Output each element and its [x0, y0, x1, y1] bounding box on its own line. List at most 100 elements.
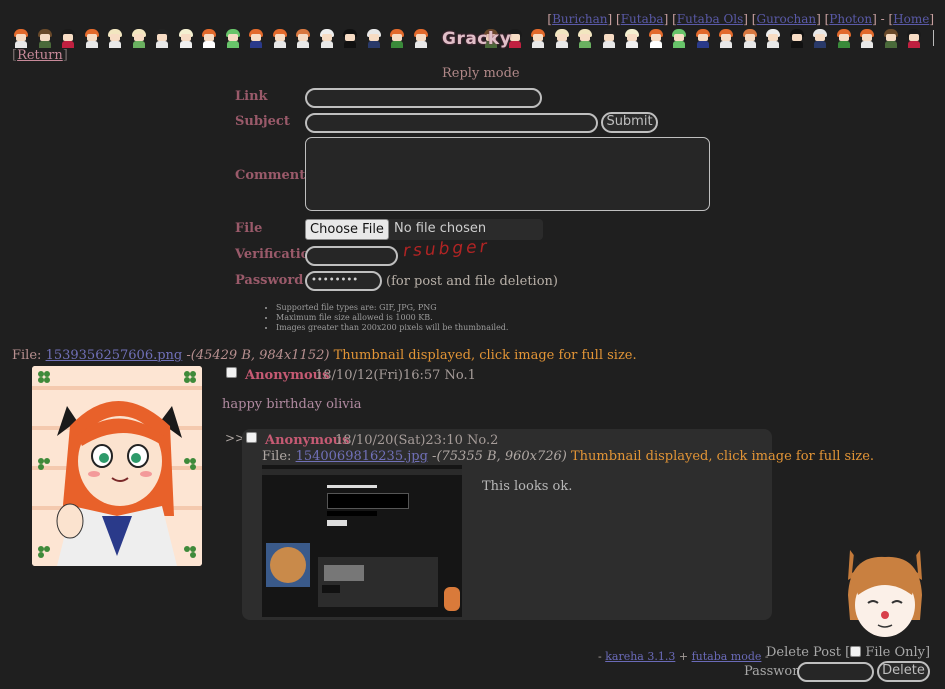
sprite-icon [412, 29, 430, 48]
delete-button[interactable]: Delete [877, 661, 930, 682]
sprite-icon [811, 29, 829, 48]
board-nav: [Burichan] [Futaba] [Futaba Ols] [Guroch… [547, 12, 934, 26]
reply-post-checkbox[interactable] [246, 432, 257, 443]
nav-link-home[interactable]: Home [893, 12, 929, 26]
rule-item: Images greater than 200x200 pixels will … [276, 323, 508, 333]
sprite-icon [529, 29, 547, 48]
mascot-art [848, 550, 922, 637]
sprite-icon [59, 29, 77, 48]
no-file-text: No file chosen [394, 221, 487, 236]
shot-redaction [322, 585, 340, 593]
delete-password-input[interactable] [797, 662, 874, 682]
file-label: File [235, 221, 263, 236]
sprite-icon [647, 29, 665, 48]
reply-file-link[interactable]: 1540069816235.jpg [296, 449, 428, 464]
rule-item: Maximum file size allowed is 1000 KB. [276, 313, 508, 323]
sprite-icon [271, 29, 289, 48]
sprite-icon [106, 29, 124, 48]
sprite-icon [576, 29, 594, 48]
delete-post-label: Delete Post [ [766, 645, 851, 660]
sprite-icon [177, 29, 195, 48]
sprite-icon [835, 29, 853, 48]
sprite-icon [553, 29, 571, 48]
op-file-info: File: 1539356257606.png -(45429 B, 984x1… [12, 348, 637, 363]
op-thumb-note: Thumbnail displayed, click image for ful… [333, 348, 637, 363]
shot-reply-image [324, 565, 364, 581]
sprite-icon [788, 29, 806, 48]
sprite-icon [905, 29, 923, 48]
op-thumbnail-image[interactable] [32, 366, 202, 566]
nav-link-gurochan[interactable]: Gurochan [756, 12, 816, 26]
password-label: Password [235, 273, 304, 288]
submit-button[interactable]: Submit [601, 112, 658, 133]
comment-textarea[interactable] [305, 137, 710, 211]
sprite-icon [623, 29, 641, 48]
reply-mode-heading: Reply mode [442, 66, 520, 81]
footer-plus: + [678, 650, 689, 663]
comment-label: Comment [235, 168, 306, 183]
sprite-icon [83, 29, 101, 48]
op-file-prefix: File: [12, 348, 42, 363]
sprite-icon [694, 29, 712, 48]
op-file-link[interactable]: 1539356257606.png [46, 348, 183, 363]
reply-message: This looks ok. [482, 479, 573, 494]
delete-post-row: Delete Post [ File Only] [766, 645, 930, 660]
sprite-icon [200, 29, 218, 48]
nav-divider [933, 30, 934, 46]
sprite-icon [12, 29, 30, 48]
sprite-icon [153, 29, 171, 48]
reply-file-prefix: File: [262, 449, 292, 464]
sprite-icon [882, 29, 900, 48]
op-file-meta: -(45429 B, 984x1152) [186, 348, 330, 363]
reply-thumb-note: Thumbnail displayed, click image for ful… [571, 449, 875, 464]
site-logo: Gracky [442, 29, 512, 49]
reply-file-info: File: 1540069816235.jpg -(75355 B, 960x7… [262, 449, 874, 464]
sprite-icon [858, 29, 876, 48]
shot-line [327, 485, 377, 488]
sprite-icon [741, 29, 759, 48]
futaba-mode-link[interactable]: futaba mode [692, 650, 762, 663]
nav-link-burichan[interactable]: Burichan [552, 12, 607, 26]
shot-sprite-row [262, 469, 462, 475]
kareha-link[interactable]: kareha 3.1.3 [605, 650, 675, 663]
return-link[interactable]: Return [17, 48, 63, 63]
sprite-icon [365, 29, 383, 48]
nav-link-futaba-ols[interactable]: Futaba Ols [677, 12, 744, 26]
reply-file-meta: -(75355 B, 960x726) [432, 449, 567, 464]
captcha-input[interactable] [305, 246, 398, 266]
footer-dash: - [598, 650, 602, 663]
sprite-icon [36, 29, 54, 48]
op-thumbnail-art [32, 366, 202, 566]
file-input[interactable]: Choose File No file chosen [305, 219, 543, 240]
nav-link-photon[interactable]: Photon [829, 12, 872, 26]
reply-thumbnail-image[interactable] [262, 465, 462, 617]
sprite-icon [318, 29, 336, 48]
sprite-icon [130, 29, 148, 48]
sprite-icon [764, 29, 782, 48]
sprite-icon [294, 29, 312, 48]
mascot-icon [840, 545, 930, 645]
sprite-icon [670, 29, 688, 48]
shot-redaction [327, 511, 377, 516]
captcha-image: rsubger [402, 236, 491, 262]
file-only-checkbox[interactable] [850, 646, 862, 657]
op-post-checkbox[interactable] [226, 367, 237, 378]
reply-post-date: 18/10/20(Sat)23:10 No.2 [335, 433, 499, 448]
shot-redaction [327, 493, 409, 509]
link-input[interactable] [305, 88, 542, 108]
return-link-wrap: [Return] [12, 48, 68, 63]
op-post-date: 18/10/12(Fri)16:57 No.1 [315, 368, 476, 383]
sprite-icon [600, 29, 618, 48]
subject-input[interactable] [305, 113, 598, 133]
subject-label: Subject [235, 114, 290, 129]
upload-rules: Supported file types are: GIF, JPG, PNG … [262, 303, 508, 333]
shot-input [327, 520, 347, 526]
link-label: Link [235, 89, 268, 104]
choose-file-button[interactable]: Choose File [305, 219, 389, 240]
password-note: (for post and file deletion) [386, 274, 558, 289]
footer-credits: - kareha 3.1.3 + futaba mode - [598, 650, 769, 663]
nav-link-futaba[interactable]: Futaba [621, 12, 664, 26]
file-only-label: File Only] [865, 645, 931, 660]
sprite-icon [224, 29, 242, 48]
password-input[interactable]: •••••••• [305, 271, 382, 291]
